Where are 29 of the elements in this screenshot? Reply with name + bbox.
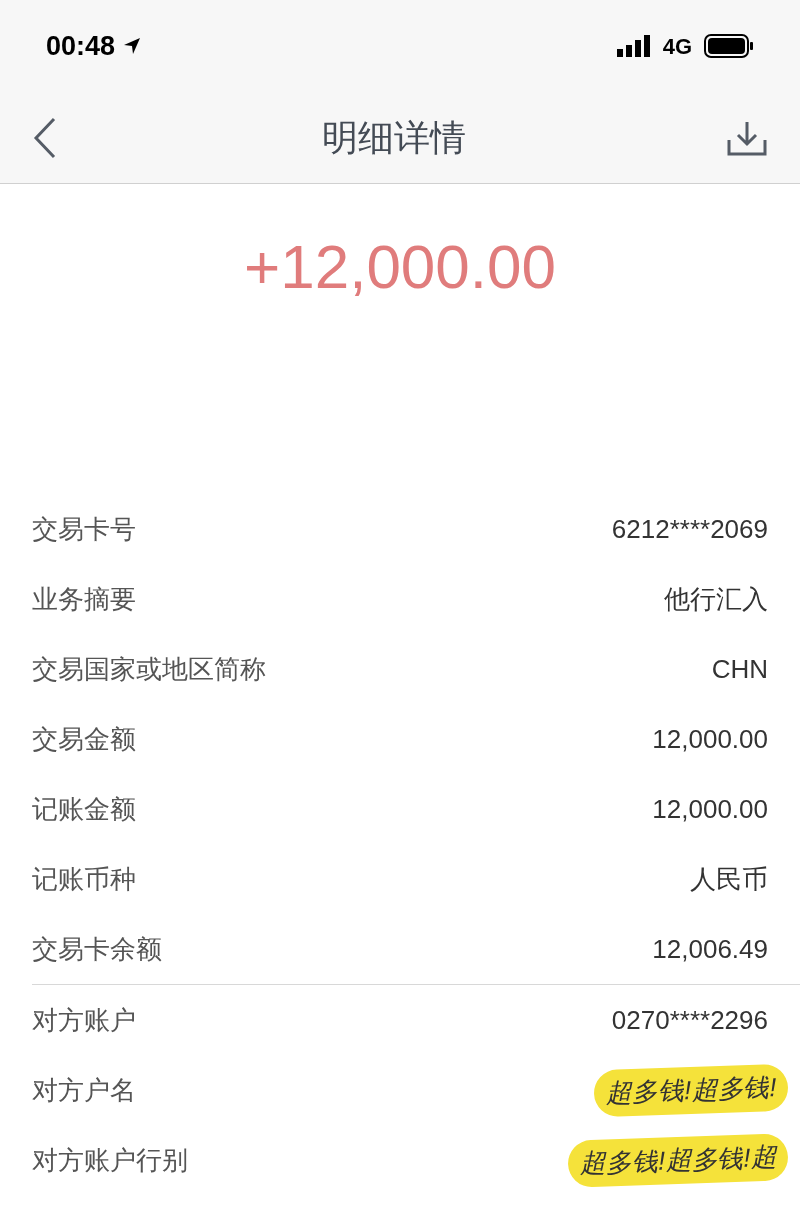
field-value: CHN — [711, 652, 768, 686]
amount-value: +12,000.00 — [244, 236, 556, 303]
signal-icon — [616, 35, 651, 57]
field-label: 记账币种 — [32, 862, 136, 896]
network-label: 4G — [662, 32, 692, 61]
field-value: 12,000.00 — [652, 722, 768, 756]
field-label: 交易金额 — [32, 722, 136, 756]
page-title: 明细详情 — [322, 115, 466, 160]
battery-icon — [704, 34, 754, 58]
field-label: 对方账户行别 — [32, 1143, 188, 1177]
field-label: 业务摘要 — [32, 582, 136, 616]
field-value: 12,000.00 — [652, 792, 768, 826]
field-value: 他行汇入 — [664, 582, 768, 616]
download-icon — [727, 119, 767, 156]
redaction-scribble: 超多钱!超多钱! — [592, 1063, 789, 1117]
field-label: 交易国家或地区简称 — [32, 652, 266, 686]
back-icon — [32, 116, 58, 159]
field-value: 0270****2296 — [611, 1003, 768, 1037]
field-value: 12,006.49 — [652, 932, 768, 966]
field-label: 交易卡号 — [32, 512, 136, 546]
field-label: 记账金额 — [32, 792, 136, 826]
redaction-scribble: 超多钱!超多钱!超 — [566, 1132, 789, 1188]
location-icon — [123, 37, 142, 55]
field-label: 交易卡余额 — [32, 932, 162, 966]
status-time: 00:48 — [46, 29, 116, 63]
field-label: 对方户名 — [32, 1073, 136, 1107]
field-value: 人民币 — [690, 862, 768, 896]
field-label: 对方账户 — [32, 1003, 136, 1037]
field-value: 6212****2069 — [611, 512, 768, 546]
